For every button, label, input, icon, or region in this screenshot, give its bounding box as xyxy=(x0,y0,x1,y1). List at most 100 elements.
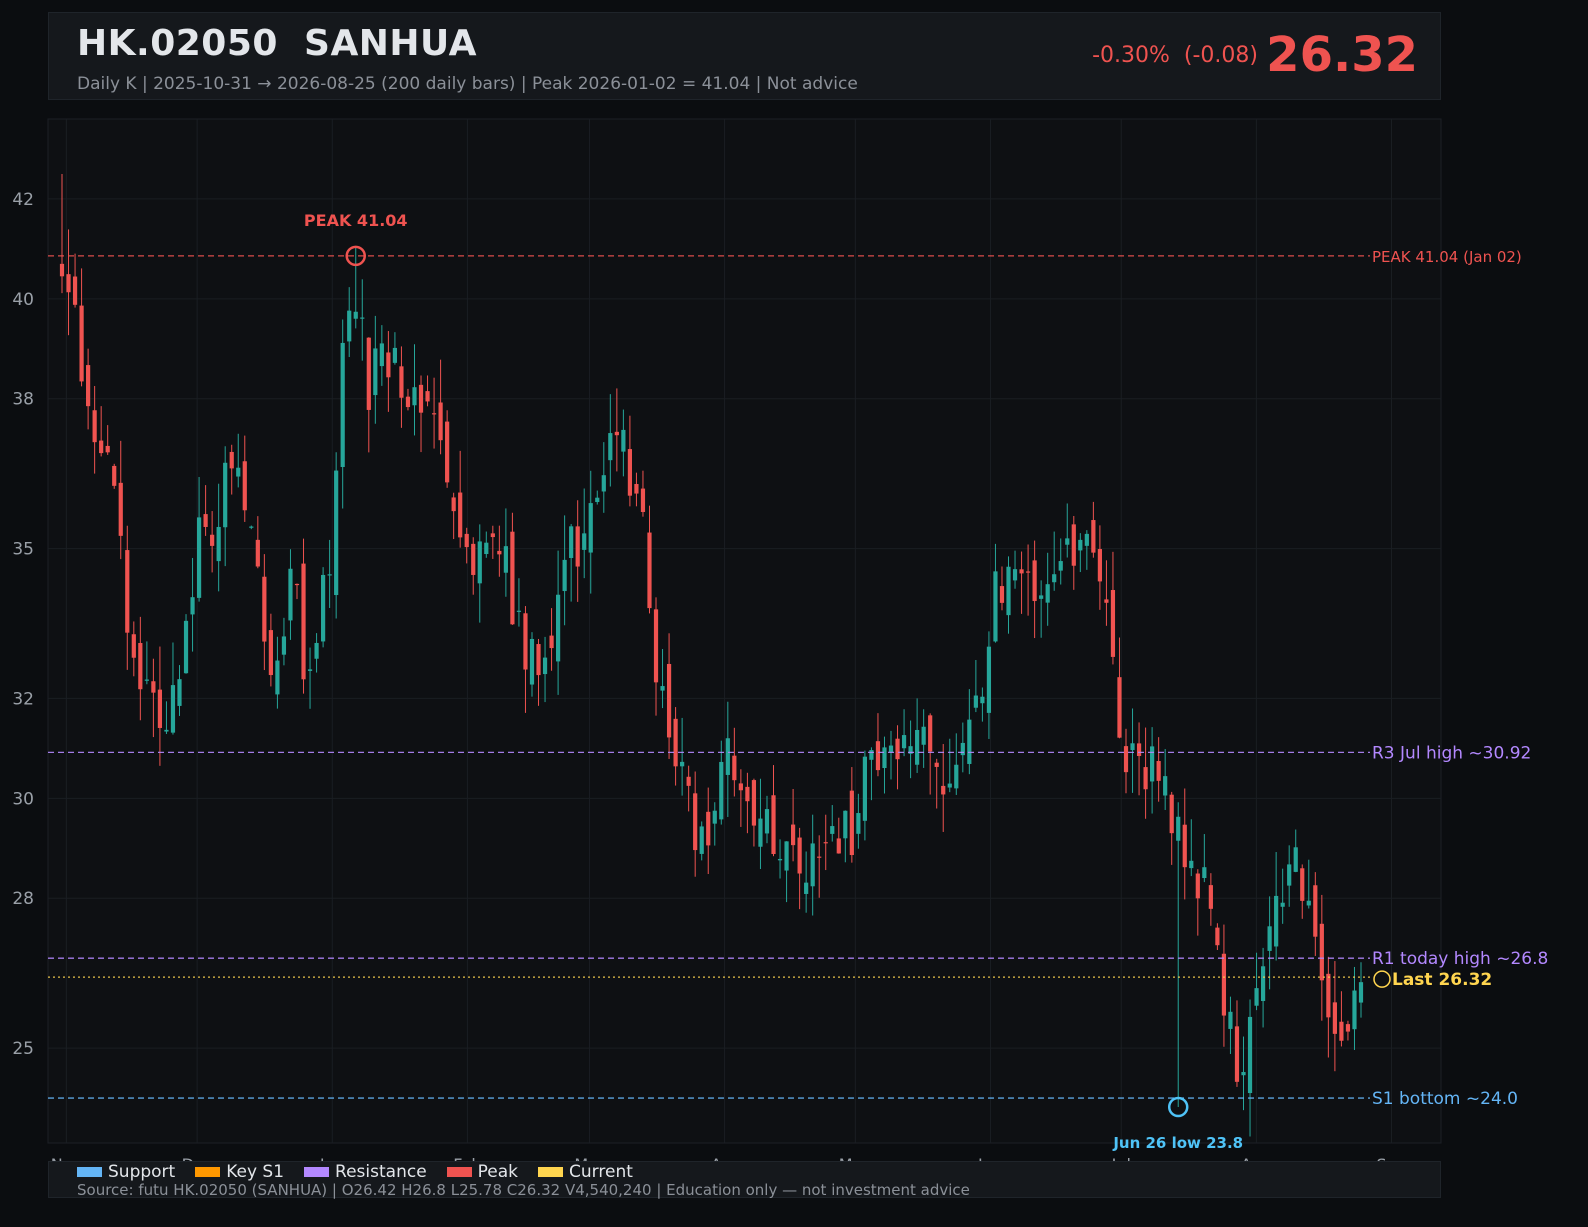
legend-swatch-key-s1 xyxy=(195,1167,221,1177)
candle-body xyxy=(634,483,639,494)
candle-body xyxy=(627,449,633,496)
candle-body xyxy=(242,461,247,511)
candle-body xyxy=(1078,539,1083,551)
candle-body xyxy=(392,347,398,363)
y-tick-label: 25 xyxy=(12,1039,34,1059)
candle-body xyxy=(810,843,815,887)
candle-body xyxy=(941,785,946,795)
legend-swatch-peak xyxy=(446,1167,472,1177)
candle-body xyxy=(1358,982,1364,1003)
candle-body xyxy=(614,431,619,436)
candle-body xyxy=(549,635,554,649)
candle-body xyxy=(895,738,900,760)
candle-body xyxy=(431,413,437,415)
candle-body xyxy=(255,539,260,567)
candle-body xyxy=(993,571,998,642)
candle-body xyxy=(1045,584,1050,603)
candle-body xyxy=(249,526,254,528)
candle-body xyxy=(477,541,482,584)
candle-body xyxy=(1300,868,1305,901)
candle-body xyxy=(1104,599,1109,603)
candle-body xyxy=(542,657,548,675)
candlestick-chart: 2528303235384042NovDecJanFebMarAprMayJun… xyxy=(12,118,1548,1174)
candle-body xyxy=(1319,923,1324,981)
legend-label-support: Support xyxy=(108,1162,176,1182)
candle-body xyxy=(281,636,287,655)
candle-body xyxy=(510,531,515,625)
candle-body xyxy=(79,305,84,382)
candle-body xyxy=(1123,746,1129,773)
candle-body xyxy=(301,563,306,680)
candle-body xyxy=(288,568,293,621)
candle-body xyxy=(967,719,972,764)
candle-body xyxy=(1247,1016,1253,1094)
candle-body xyxy=(595,497,600,503)
candle-body xyxy=(1052,574,1057,583)
y-tick-label: 40 xyxy=(12,290,34,310)
candle-body xyxy=(157,689,163,728)
candle-body xyxy=(536,644,541,676)
level-label-r3: R3 Jul high ~30.92 xyxy=(1372,743,1531,763)
candle-body xyxy=(418,384,424,413)
candle-body xyxy=(1352,990,1357,1030)
candle-body xyxy=(797,837,802,874)
candle-body xyxy=(1039,595,1044,599)
legend-label-key-s1: Key S1 xyxy=(226,1162,285,1182)
candle-body xyxy=(210,534,215,546)
candle-body xyxy=(190,597,195,615)
peak-annotation: PEAK 41.04 xyxy=(304,211,408,230)
legend-swatch-resistance xyxy=(304,1167,330,1177)
candle-body xyxy=(203,514,208,527)
legend-label-current: Current xyxy=(569,1162,633,1182)
candle-body xyxy=(1176,816,1181,841)
candle-body xyxy=(307,669,313,671)
legend-item-key-s1: Key S1 xyxy=(195,1162,284,1182)
chart-footer: Support Key S1 Resistance Peak Current S… xyxy=(48,1161,1441,1199)
candle-body xyxy=(751,780,757,826)
candle-body xyxy=(1065,538,1070,545)
candle-body xyxy=(262,576,267,642)
candle-body xyxy=(921,726,926,745)
candle-body xyxy=(1071,524,1076,566)
low-annotation: Jun 26 low 23.8 xyxy=(1112,1134,1243,1152)
candle-body xyxy=(582,533,587,550)
candle-body xyxy=(105,445,110,453)
candle-body xyxy=(458,492,463,538)
candle-body xyxy=(771,795,776,855)
candle-body xyxy=(653,609,659,683)
candle-body xyxy=(294,583,300,586)
level-label-peak: PEAK 41.04 (Jan 02) xyxy=(1372,248,1522,266)
candle-body xyxy=(673,718,678,767)
candle-body xyxy=(556,594,561,662)
candle-body xyxy=(464,533,469,548)
candle-body xyxy=(1306,900,1311,906)
candle-body xyxy=(660,686,665,691)
plot-area xyxy=(47,118,1442,1144)
candle-body xyxy=(112,465,117,486)
candle-body xyxy=(216,526,221,562)
candle-body xyxy=(138,643,143,690)
candle-body xyxy=(699,826,704,854)
candle-body xyxy=(569,526,574,559)
candle-body xyxy=(360,317,365,319)
candle-body xyxy=(1234,1026,1240,1082)
legend-item-current: Current xyxy=(538,1162,633,1182)
candle-body xyxy=(954,764,959,789)
candle-body xyxy=(118,482,123,536)
candle-body xyxy=(131,634,136,658)
candle-body xyxy=(830,826,835,834)
candle-body xyxy=(405,396,411,408)
candle-body xyxy=(412,387,417,406)
candle-body xyxy=(425,391,430,402)
candle-body xyxy=(1228,1011,1233,1029)
candle-body xyxy=(712,810,717,824)
candle-body xyxy=(497,550,502,555)
candle-body xyxy=(1084,533,1089,546)
candle-body xyxy=(758,818,763,847)
candle-body xyxy=(986,646,992,713)
candle-body xyxy=(334,470,339,596)
candle-body xyxy=(888,745,894,753)
candle-body xyxy=(980,696,985,704)
candle-body xyxy=(804,882,809,894)
candle-body xyxy=(321,574,326,642)
